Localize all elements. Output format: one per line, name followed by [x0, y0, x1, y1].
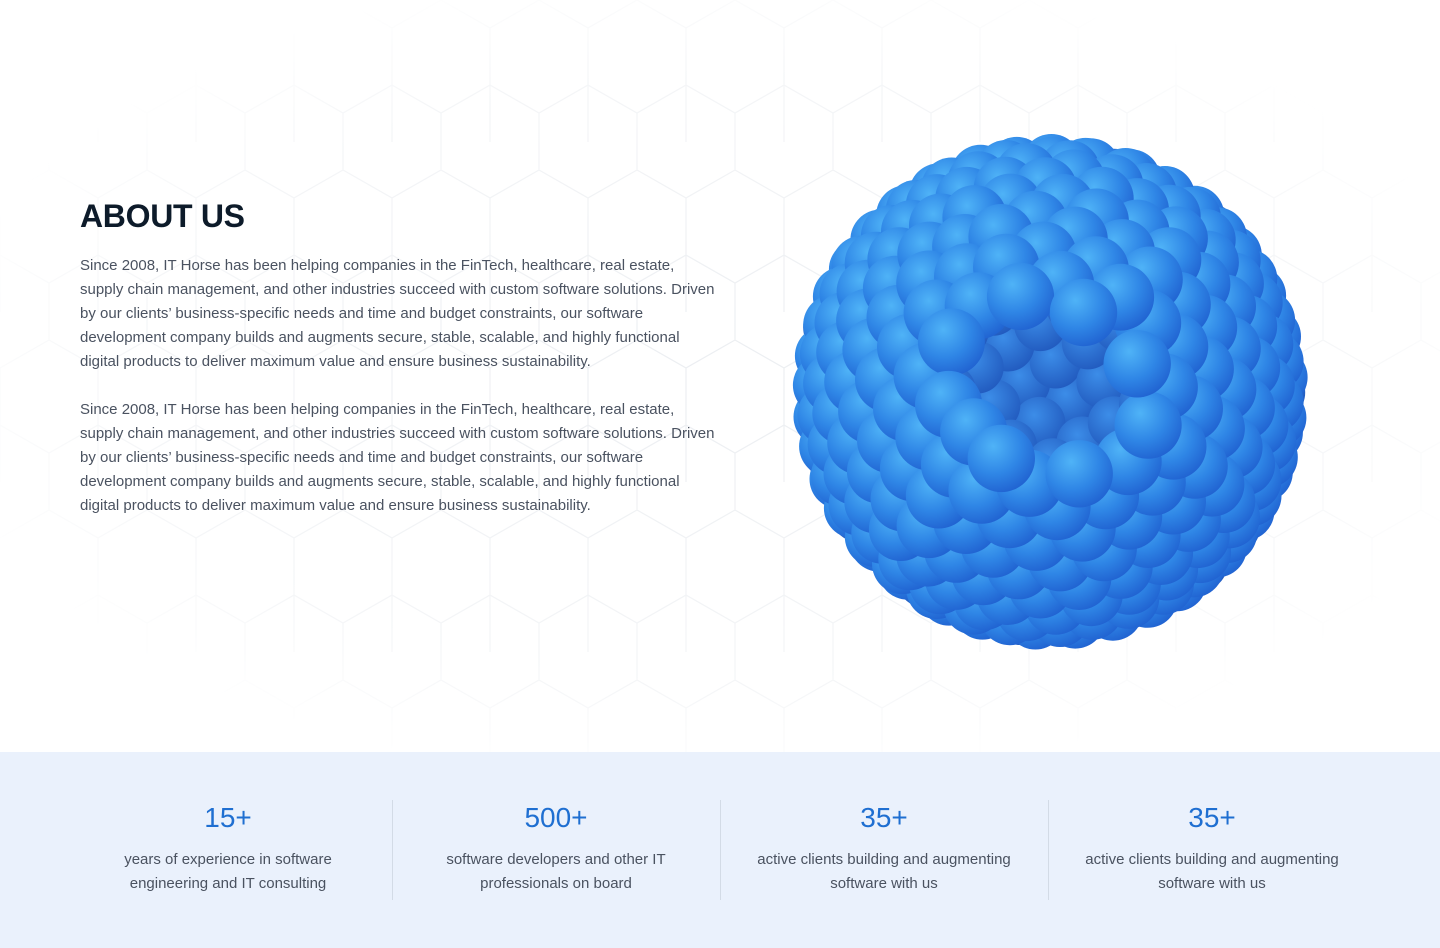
sphere-ball — [1049, 278, 1118, 347]
blue-sphere-of-balls-illustration — [792, 134, 1308, 650]
stat-item-clients: 35+ active clients building and augmenti… — [720, 800, 1048, 900]
about-paragraph-2: Since 2008, IT Horse has been helping co… — [80, 401, 715, 514]
stats-section: 15+ years of experience in software engi… — [0, 752, 1440, 948]
stat-label: active clients building and augmenting s… — [757, 851, 1011, 892]
stat-item-experience: 15+ years of experience in software engi… — [64, 800, 392, 900]
sphere-ball — [917, 308, 985, 376]
about-section: ABOUT US Since 2008, IT Horse has been h… — [0, 0, 1440, 752]
sphere-ball — [986, 262, 1055, 331]
sphere-illustration — [780, 130, 1320, 660]
about-paragraph-1: Since 2008, IT Horse has been helping co… — [80, 257, 715, 370]
sphere-ball — [1103, 330, 1171, 398]
stat-label: software developers and other IT profess… — [446, 851, 666, 892]
stat-label: active clients building and augmenting s… — [1085, 851, 1339, 892]
section-title: ABOUT US — [80, 198, 245, 234]
sphere-balls — [792, 134, 1308, 650]
stat-value: 35+ — [860, 802, 908, 833]
stat-value: 500+ — [524, 802, 588, 833]
stat-label: years of experience in software engineer… — [124, 851, 332, 892]
stat-item-developers: 500+ software developers and other IT pr… — [392, 800, 720, 900]
sphere-ball — [1045, 440, 1113, 508]
stat-item-clients-2: 35+ active clients building and augmenti… — [1048, 800, 1376, 900]
stat-value: 15+ — [204, 802, 252, 833]
sphere-ball — [967, 424, 1035, 493]
about-text-block: ABOUT US Since 2008, IT Horse has been h… — [80, 196, 720, 518]
stat-value: 35+ — [1188, 802, 1236, 833]
sphere-ball — [1114, 391, 1182, 459]
